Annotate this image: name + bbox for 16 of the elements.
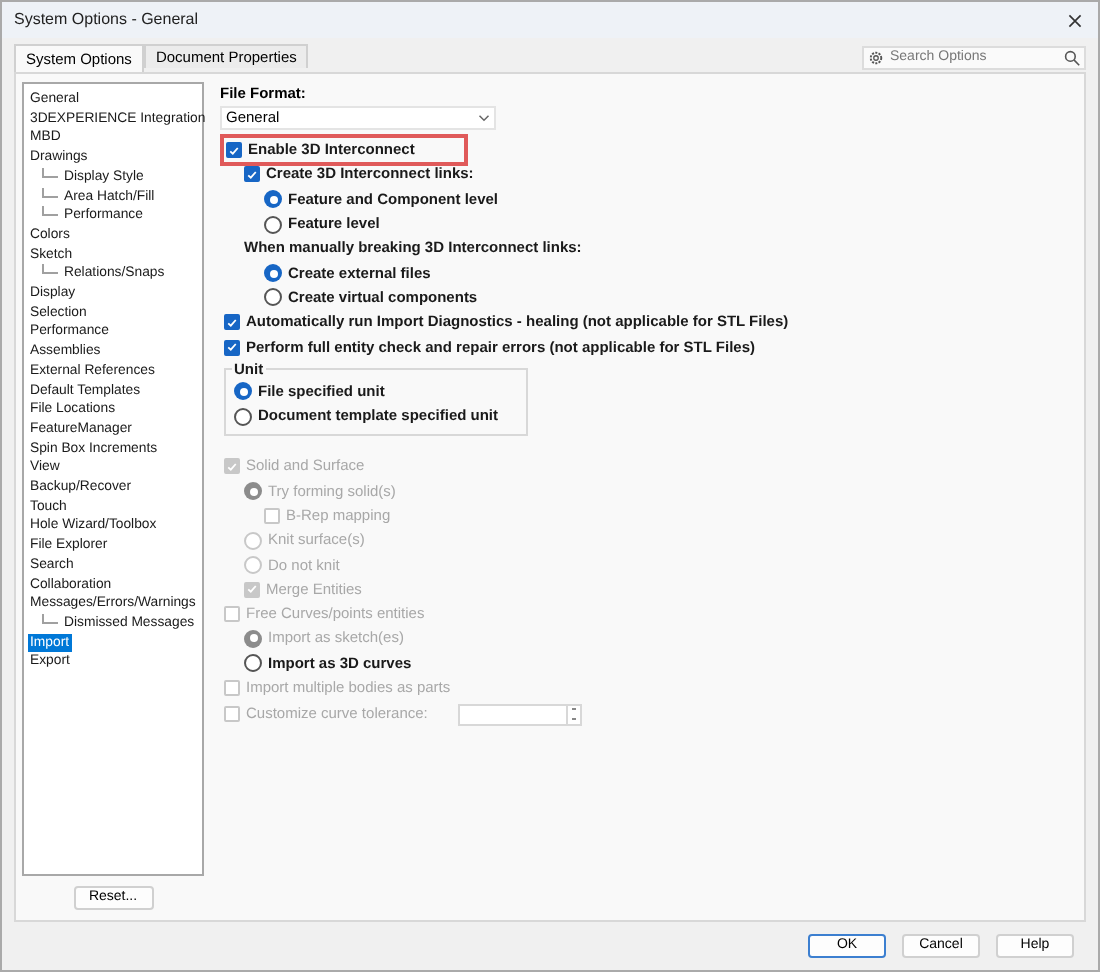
radio-button[interactable]: [264, 190, 282, 209]
close-icon[interactable]: [1068, 13, 1082, 27]
radio-button[interactable]: [264, 288, 282, 307]
checkbox[interactable]: [244, 166, 260, 183]
checkbox[interactable]: [226, 142, 242, 159]
chevron-icon: [478, 114, 490, 122]
checkbox[interactable]: [224, 339, 240, 356]
search-icon[interactable]: [1064, 50, 1080, 66]
checkbox[interactable]: [224, 314, 240, 331]
window-title: System Options - General: [14, 8, 199, 32]
spin-field[interactable]: [457, 703, 582, 726]
radio-button[interactable]: [234, 407, 252, 426]
radio-button[interactable]: [264, 215, 282, 234]
radio-button[interactable]: [234, 382, 252, 401]
gear-icon: [868, 50, 884, 66]
radio-button[interactable]: [264, 264, 282, 283]
